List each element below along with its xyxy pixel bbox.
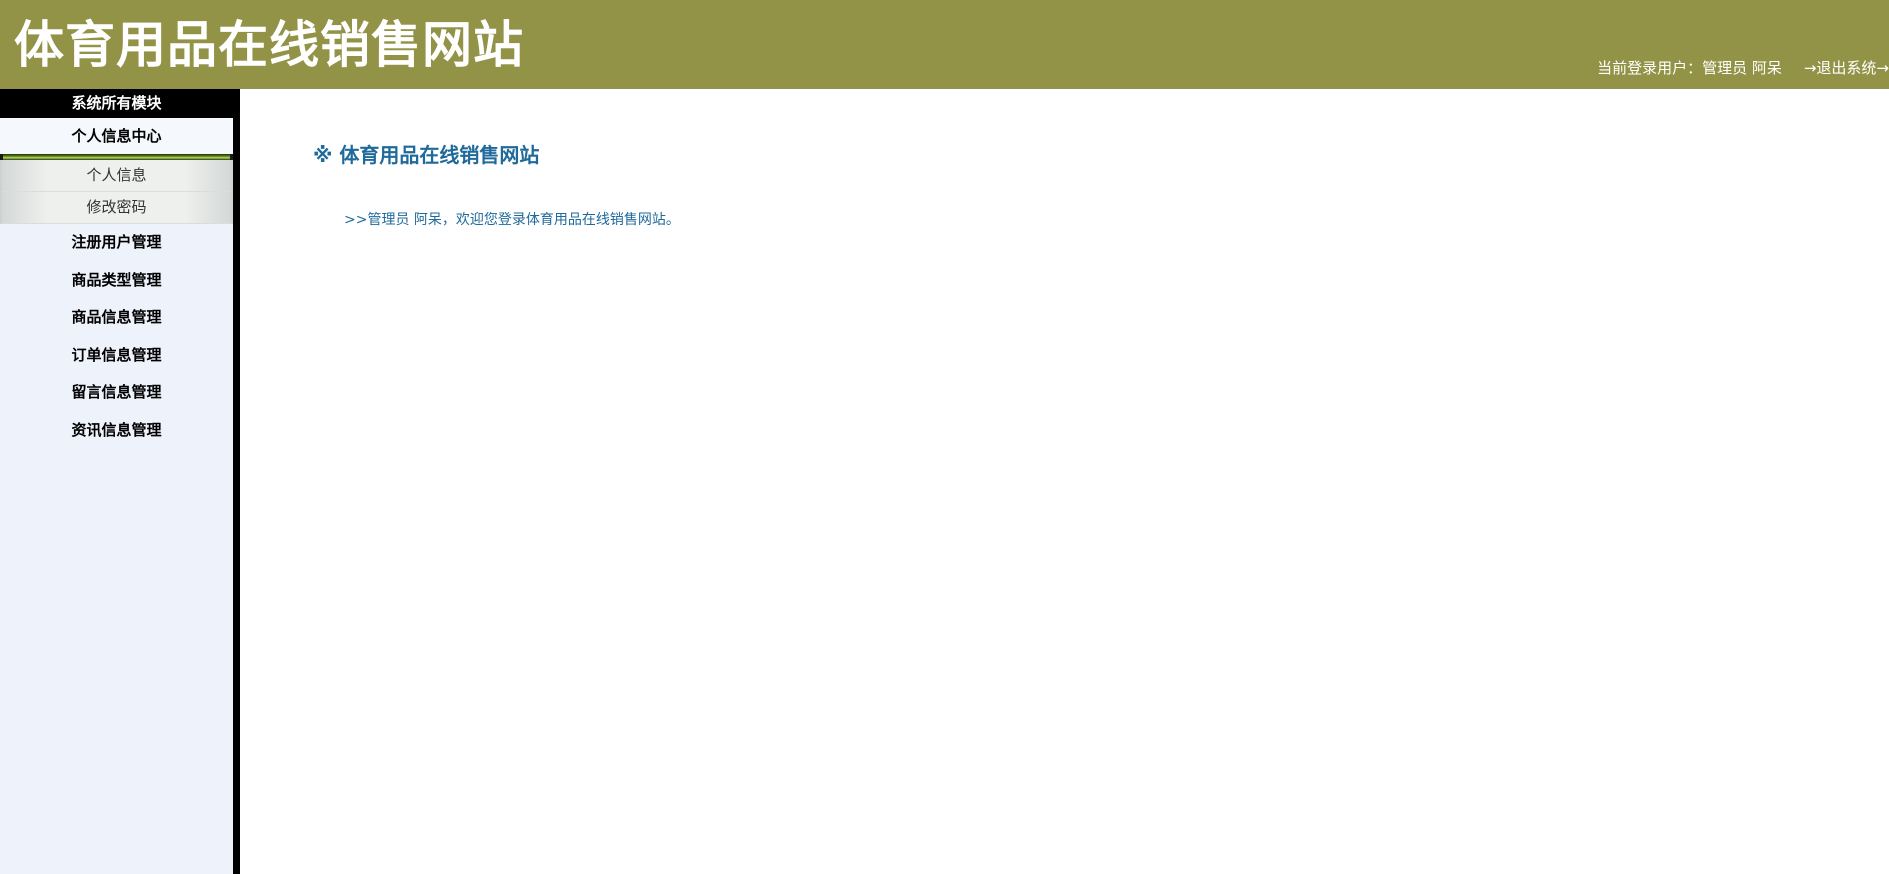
current-user-label: 当前登录用户：管理员 阿呆 — [1597, 59, 1782, 77]
sidebar-subitem-change-password[interactable]: 修改密码 — [2, 192, 231, 224]
logout-link[interactable]: →退出系统→ — [1804, 59, 1889, 77]
sidebar-item-message-management[interactable]: 留言信息管理 — [0, 374, 233, 412]
top-banner: 体育用品在线销售网站 当前登录用户：管理员 阿呆 →退出系统→ — [0, 0, 1889, 89]
sidebar-item-product-type-management[interactable]: 商品类型管理 — [0, 262, 233, 300]
site-title: 体育用品在线销售网站 — [14, 16, 524, 74]
sidebar-item-product-info-management[interactable]: 商品信息管理 — [0, 299, 233, 337]
sidebar-submenu: 个人信息 修改密码 — [0, 160, 233, 224]
sidebar-subitem-personal-info[interactable]: 个人信息 — [2, 160, 231, 192]
sidebar: 系统所有模块 个人信息中心 个人信息 修改密码 注册用户管理 商品类型管理 商品… — [0, 89, 240, 874]
welcome-message: >>管理员 阿呆，欢迎您登录体育用品在线销售网站。 — [344, 212, 680, 228]
sidebar-item-news-management[interactable]: 资讯信息管理 — [0, 412, 233, 450]
sidebar-header: 系统所有模块 — [0, 89, 233, 118]
main-content: ※ 体育用品在线销售网站 >>管理员 阿呆，欢迎您登录体育用品在线销售网站。 — [240, 89, 1889, 874]
sidebar-item-user-management[interactable]: 注册用户管理 — [0, 224, 233, 262]
page-title: ※ 体育用品在线销售网站 — [313, 143, 540, 167]
user-bar: 当前登录用户：管理员 阿呆 →退出系统→ — [1597, 58, 1889, 78]
sidebar-group-personal-info-center[interactable]: 个人信息中心 — [0, 118, 233, 154]
sidebar-item-order-management[interactable]: 订单信息管理 — [0, 337, 233, 375]
